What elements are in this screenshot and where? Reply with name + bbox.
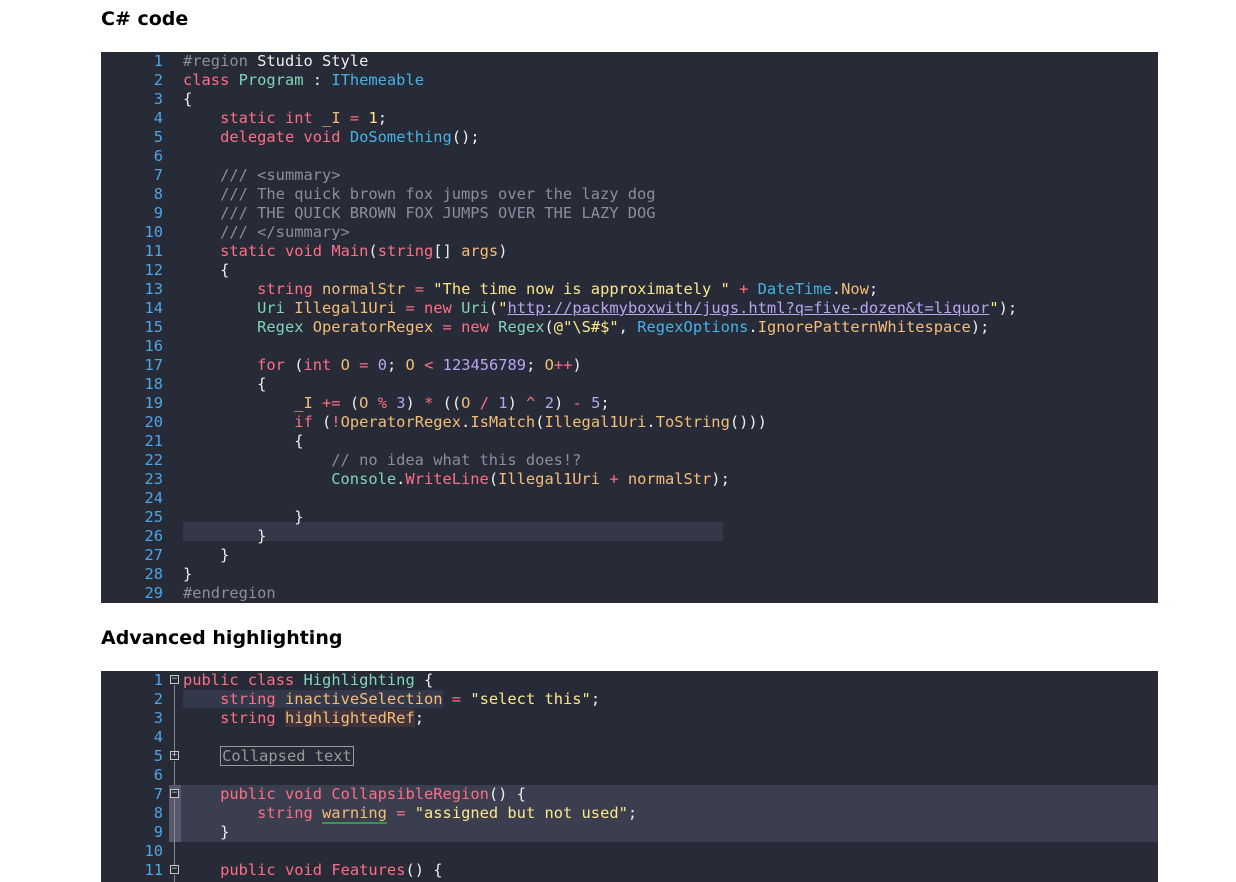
line-number: 26 xyxy=(144,527,163,545)
code-line-4: 4 xyxy=(101,728,1158,747)
code-line-27: 27 } xyxy=(101,546,1158,565)
line-number: 21 xyxy=(144,432,163,450)
line-number: 2 xyxy=(153,71,163,89)
fold-collapse-icon[interactable]: − xyxy=(170,789,179,798)
code-line-13: 13 string normalStr = "The time now is a… xyxy=(101,280,1158,299)
code-line-24: 24 xyxy=(101,489,1158,508)
code-line-19: 19 _I += (O % 3) * ((O / 1) ^ 2) - 5; xyxy=(101,394,1158,413)
code-line-7: 7− public void CollapsibleRegion() { xyxy=(101,785,1158,804)
code-line-11: 11− public void Features() { xyxy=(101,861,1158,880)
line-number: 16 xyxy=(144,337,163,355)
code-line-28: 28} xyxy=(101,565,1158,584)
line-number: 22 xyxy=(144,451,163,469)
code-line-26: 26 } xyxy=(101,527,1158,546)
line-number: 28 xyxy=(144,565,163,583)
code-line-3: 3{ xyxy=(101,90,1158,109)
code-line-10: 10 xyxy=(101,842,1158,861)
line-number: 1 xyxy=(153,671,163,689)
fold-collapse-icon[interactable]: − xyxy=(170,675,179,684)
warning-squiggle[interactable]: warning xyxy=(322,804,387,824)
line-number: 23 xyxy=(144,470,163,488)
csharp-code-editor[interactable]: 1 #region Studio Style 2 class Program : I… xyxy=(101,52,1158,603)
code-line-20: 20 if (!OperatorRegex.IsMatch(Illegal1Ur… xyxy=(101,413,1158,432)
collapsed-text-box[interactable]: Collapsed text xyxy=(220,746,354,766)
code-line-8: 8 /// The quick brown fox jumps over the… xyxy=(101,185,1158,204)
code-hyperlink[interactable]: http://packmyboxwith/jugs.html?q=five-do… xyxy=(507,299,989,317)
code-line-10: 10 /// </summary> xyxy=(101,223,1158,242)
line-number: 3 xyxy=(153,709,163,727)
code-line-9: 9 /// THE QUICK BROWN FOX JUMPS OVER THE… xyxy=(101,204,1158,223)
line-number: 19 xyxy=(144,394,163,412)
line-number: 29 xyxy=(144,584,163,602)
code-line-9: 9 } xyxy=(101,823,1158,842)
line-number: 2 xyxy=(153,690,163,708)
advanced-section-title: Advanced highlighting xyxy=(101,627,343,649)
code-line-23: 23 Console.WriteLine(Illegal1Uri + norma… xyxy=(101,470,1158,489)
code-line-21: 21 { xyxy=(101,432,1158,451)
line-number: 11 xyxy=(144,242,163,260)
code-line-16: 16 xyxy=(101,337,1158,356)
line-number: 24 xyxy=(144,489,163,507)
code-line-17: 17 for (int O = 0; O < 123456789; O++) xyxy=(101,356,1158,375)
code-line-8: 8 string warning = "assigned but not use… xyxy=(101,804,1158,824)
line-number: 20 xyxy=(144,413,163,431)
line-number: 6 xyxy=(153,147,163,165)
line-number: 9 xyxy=(153,823,163,841)
code-line-6: 6 xyxy=(101,147,1158,166)
code-line-29: 29 #endregion xyxy=(101,584,1158,603)
code-line-6: 6 xyxy=(101,766,1158,785)
line-number: 14 xyxy=(144,299,163,317)
line-number: 9 xyxy=(153,204,163,222)
fold-expand-icon[interactable]: + xyxy=(170,751,179,760)
code-line-18: 18 { xyxy=(101,375,1158,394)
code-line-3: 3 string highlightedRef; xyxy=(101,709,1158,728)
code-line-1: 1− public class Highlighting { xyxy=(101,671,1158,690)
code-line-25: 25 } xyxy=(101,508,1158,527)
code-line-1: 1 #region Studio Style xyxy=(101,52,1158,71)
line-number: 17 xyxy=(144,356,163,374)
code-line-22: 22 // no idea what this does!? xyxy=(101,451,1158,470)
advanced-code-editor[interactable]: 1− public class Highlighting { 2 string i… xyxy=(101,671,1158,882)
line-number: 11 xyxy=(144,861,163,879)
code-line-12: 12 { xyxy=(101,261,1158,280)
code-line-7: 7 /// <summary> xyxy=(101,166,1158,185)
line-number: 13 xyxy=(144,280,163,298)
line-number: 5 xyxy=(153,747,163,765)
line-number: 1 xyxy=(153,52,163,70)
line-number: 3 xyxy=(153,90,163,108)
code-line-11: 11 static void Main(string[] args) xyxy=(101,242,1158,261)
line-number: 5 xyxy=(153,128,163,146)
line-number: 8 xyxy=(153,185,163,203)
line-number: 6 xyxy=(153,766,163,784)
code-line-5: 5 + Collapsed text xyxy=(101,746,1158,766)
line-number: 7 xyxy=(153,166,163,184)
code-line-4: 4 static int _I = 1; xyxy=(101,109,1158,128)
line-number: 10 xyxy=(144,223,163,241)
line-number: 27 xyxy=(144,546,163,564)
code-line-15: 15 Regex OperatorRegex = new Regex(@"\S#… xyxy=(101,318,1158,337)
line-number: 12 xyxy=(144,261,163,279)
line-number: 8 xyxy=(153,804,163,822)
code-line-14: 14 Uri Illegal1Uri = new Uri("http://pac… xyxy=(101,299,1158,318)
line-number: 15 xyxy=(144,318,163,336)
csharp-section-title: C# code xyxy=(101,8,189,30)
line-number: 10 xyxy=(144,842,163,860)
line-number: 25 xyxy=(144,508,163,526)
line-number: 18 xyxy=(144,375,163,393)
line-number: 4 xyxy=(153,109,163,127)
code-line-2: 2 class Program : IThemeable xyxy=(101,71,1158,90)
fold-collapse-icon[interactable]: − xyxy=(170,865,179,874)
code-line-2: 2 string inactiveSelection = "select thi… xyxy=(101,690,1158,709)
line-number: 7 xyxy=(153,785,163,803)
highlighted-reference[interactable]: highlightedRef xyxy=(284,709,415,727)
line-number: 4 xyxy=(153,728,163,746)
code-line-5: 5 delegate void DoSomething(); xyxy=(101,128,1158,147)
inactive-selection[interactable]: string inactiveSelection xyxy=(183,690,443,708)
